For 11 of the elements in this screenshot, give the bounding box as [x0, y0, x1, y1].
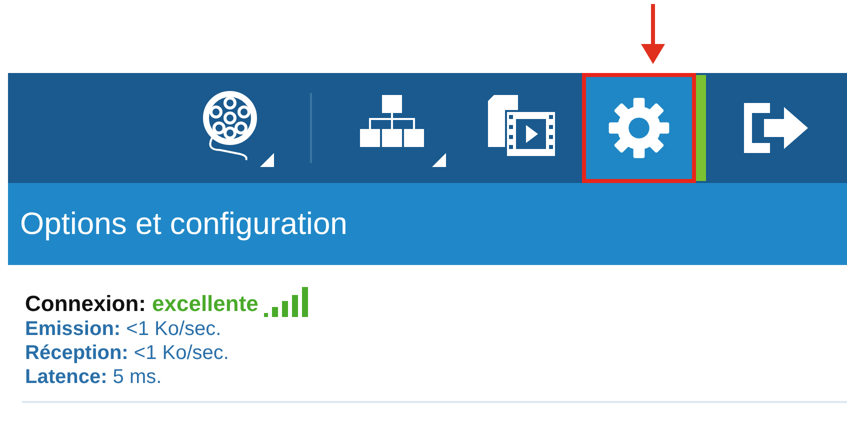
panel-title: Options et configuration: [20, 206, 348, 242]
connection-label: Connexion:: [25, 291, 146, 317]
stat-line: Latence: 5 ms.: [25, 365, 163, 389]
connection-value: excellente: [152, 291, 258, 317]
dropdown-corner-icon: [432, 153, 446, 167]
gear-button[interactable]: [582, 73, 696, 183]
annotation-arrow: [641, 4, 665, 64]
signal-icon: [264, 287, 308, 317]
dropdown-corner-icon: [260, 153, 274, 167]
stat-line: Emission: <1 Ko/sec.: [25, 317, 222, 341]
stat-line: Réception: <1 Ko/sec.: [25, 341, 230, 365]
